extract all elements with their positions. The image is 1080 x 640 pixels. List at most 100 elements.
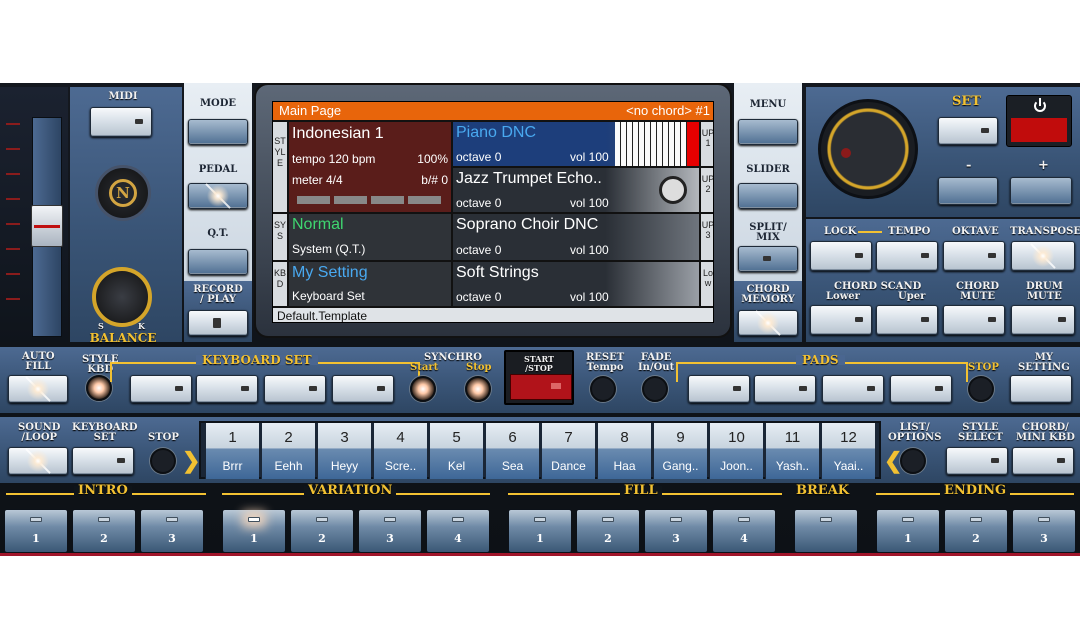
pads-stop-label: STOP <box>968 362 999 373</box>
auto-fill-button[interactable] <box>8 375 68 403</box>
variation-1-button[interactable]: 1 <box>222 509 286 553</box>
my-setting-button[interactable] <box>1010 375 1072 403</box>
lower-button[interactable] <box>810 305 872 335</box>
record-play-button[interactable] <box>188 310 248 336</box>
ending-3-button[interactable]: 3 <box>1012 509 1076 553</box>
start-stop-button[interactable]: START /STOP <box>504 350 574 405</box>
volume-slider-knob[interactable] <box>31 205 63 247</box>
voice-low[interactable]: Soft Strings octave 0 vol 100 <box>453 262 699 306</box>
pad-4-button[interactable] <box>890 375 952 403</box>
list-options-button[interactable] <box>900 448 926 474</box>
kbd-block[interactable]: My Setting Keyboard Set <box>289 262 451 306</box>
ending-1-button[interactable]: 1 <box>876 509 940 553</box>
intro-label: INTRO <box>74 484 132 497</box>
keyboard-set-2-button[interactable] <box>196 375 258 403</box>
ending-2-button[interactable]: 2 <box>944 509 1008 553</box>
split-mix-label: SPLIT/ MIX <box>749 222 787 243</box>
template-bar[interactable]: Default.Template <box>273 308 713 322</box>
qt-button[interactable] <box>188 249 248 275</box>
power-button[interactable] <box>1006 95 1072 147</box>
slider-button[interactable] <box>738 183 798 209</box>
style-tab-8[interactable]: 8 Haa <box>597 423 651 479</box>
fill-4-button[interactable]: 4 <box>712 509 776 553</box>
menu-button[interactable] <box>738 119 798 145</box>
voice-up1[interactable]: Piano DNC octave 0 vol 100 <box>453 122 699 166</box>
sound-loop-button[interactable] <box>8 447 68 475</box>
style-tab-6[interactable]: 6 Sea <box>485 423 539 479</box>
transpose-button[interactable] <box>1011 241 1075 271</box>
variation-2-button[interactable]: 2 <box>290 509 354 553</box>
midi-button[interactable] <box>90 107 152 137</box>
chord-mute-button[interactable] <box>943 305 1005 335</box>
intro-3-button[interactable]: 3 <box>140 509 204 553</box>
pad-3-button[interactable] <box>822 375 884 403</box>
chord-memory-button[interactable] <box>738 310 798 336</box>
fill-3-button[interactable]: 3 <box>644 509 708 553</box>
variation-3-button[interactable]: 3 <box>358 509 422 553</box>
style-kbd-toggle[interactable] <box>86 375 112 401</box>
keyboard-set-row3-button[interactable] <box>72 447 134 475</box>
style-tab-10[interactable]: 10 Joon.. <box>709 423 763 479</box>
style-tab-9[interactable]: 9 Gang.. <box>653 423 707 479</box>
minus-button[interactable] <box>938 177 998 205</box>
logo-icon: N <box>95 165 151 221</box>
keyboard-set-1-button[interactable] <box>130 375 192 403</box>
intro-2-button[interactable]: 2 <box>72 509 136 553</box>
pad-1-button[interactable] <box>688 375 750 403</box>
sys-system: System (Q.T.) <box>292 242 366 256</box>
sys-block[interactable]: Normal System (Q.T.) <box>289 214 451 260</box>
synchro-start-toggle[interactable] <box>410 376 436 402</box>
uper-button[interactable] <box>876 305 938 335</box>
lcd-frame: Main Page <no chord> #1 STYLE SYS KBD In… <box>254 83 732 338</box>
style-tab-11[interactable]: 11 Yash.. <box>765 423 819 479</box>
voice-up3[interactable]: Soprano Choir DNC octave 0 vol 100 <box>453 214 699 260</box>
style-select-button[interactable] <box>946 447 1008 475</box>
break-button[interactable] <box>794 509 858 553</box>
chord-mini-button[interactable] <box>1012 447 1074 475</box>
tempo-button[interactable] <box>876 241 938 271</box>
plus-button[interactable] <box>1010 177 1072 205</box>
intro-1-button[interactable]: 1 <box>4 509 68 553</box>
reset-tempo-button[interactable] <box>590 376 616 402</box>
fade-button[interactable] <box>642 376 668 402</box>
style-tab-5[interactable]: 5 Kel <box>429 423 483 479</box>
keyboard-set-4-button[interactable] <box>332 375 394 403</box>
style-tab-4[interactable]: 4 Scre.. <box>373 423 427 479</box>
oktave-button[interactable] <box>943 241 1005 271</box>
style-tab-1[interactable]: 1 Brrr <box>205 423 259 479</box>
qt-label: Q.T. <box>207 228 229 239</box>
mode-label: MODE <box>199 98 237 109</box>
fill-1-button[interactable]: 1 <box>508 509 572 553</box>
style-stop-label: STOP <box>148 432 179 443</box>
style-tab-2[interactable]: 2 Eehh <box>261 423 315 479</box>
pads-stop-button[interactable] <box>968 376 994 402</box>
style-tab-12[interactable]: 12 Yaai.. <box>821 423 875 479</box>
balance-knob[interactable] <box>92 267 152 327</box>
style-side-label: STYLE <box>273 122 287 212</box>
style-tab-7[interactable]: 7 Dance <box>541 423 595 479</box>
style-tab-3[interactable]: 3 Heyy <box>317 423 371 479</box>
voice-up2[interactable]: Jazz Trumpet Echo.. octave 0 vol 100 <box>453 168 699 212</box>
keyboard-set-3-button[interactable] <box>264 375 326 403</box>
piano-image <box>615 122 699 166</box>
break-label: BREAK <box>796 483 850 498</box>
set-button[interactable] <box>938 117 998 145</box>
jog-wheel[interactable] <box>818 99 918 199</box>
pad-2-button[interactable] <box>754 375 816 403</box>
style-block[interactable]: Indonesian 1 tempo 120 bpm 100% meter 4/… <box>289 122 451 212</box>
oktave-label: OKTAVE <box>952 226 999 237</box>
voice-up1-name: Piano DNC <box>456 124 537 141</box>
style-stop-button[interactable] <box>150 448 176 474</box>
lock-button[interactable] <box>810 241 872 271</box>
fill-2-button[interactable]: 2 <box>576 509 640 553</box>
mode-button[interactable] <box>188 119 248 145</box>
voice-up3-octave: octave 0 <box>456 243 502 257</box>
voice-up2-octave: octave 0 <box>456 196 502 210</box>
variation-label: VARIATION <box>304 484 397 497</box>
variation-4-button[interactable]: 4 <box>426 509 490 553</box>
split-mix-button[interactable] <box>738 246 798 272</box>
style-tempo-pct: 100% <box>417 152 448 166</box>
pedal-button[interactable] <box>188 183 248 209</box>
synchro-stop-toggle[interactable] <box>465 376 491 402</box>
drum-mute-button[interactable] <box>1011 305 1075 335</box>
